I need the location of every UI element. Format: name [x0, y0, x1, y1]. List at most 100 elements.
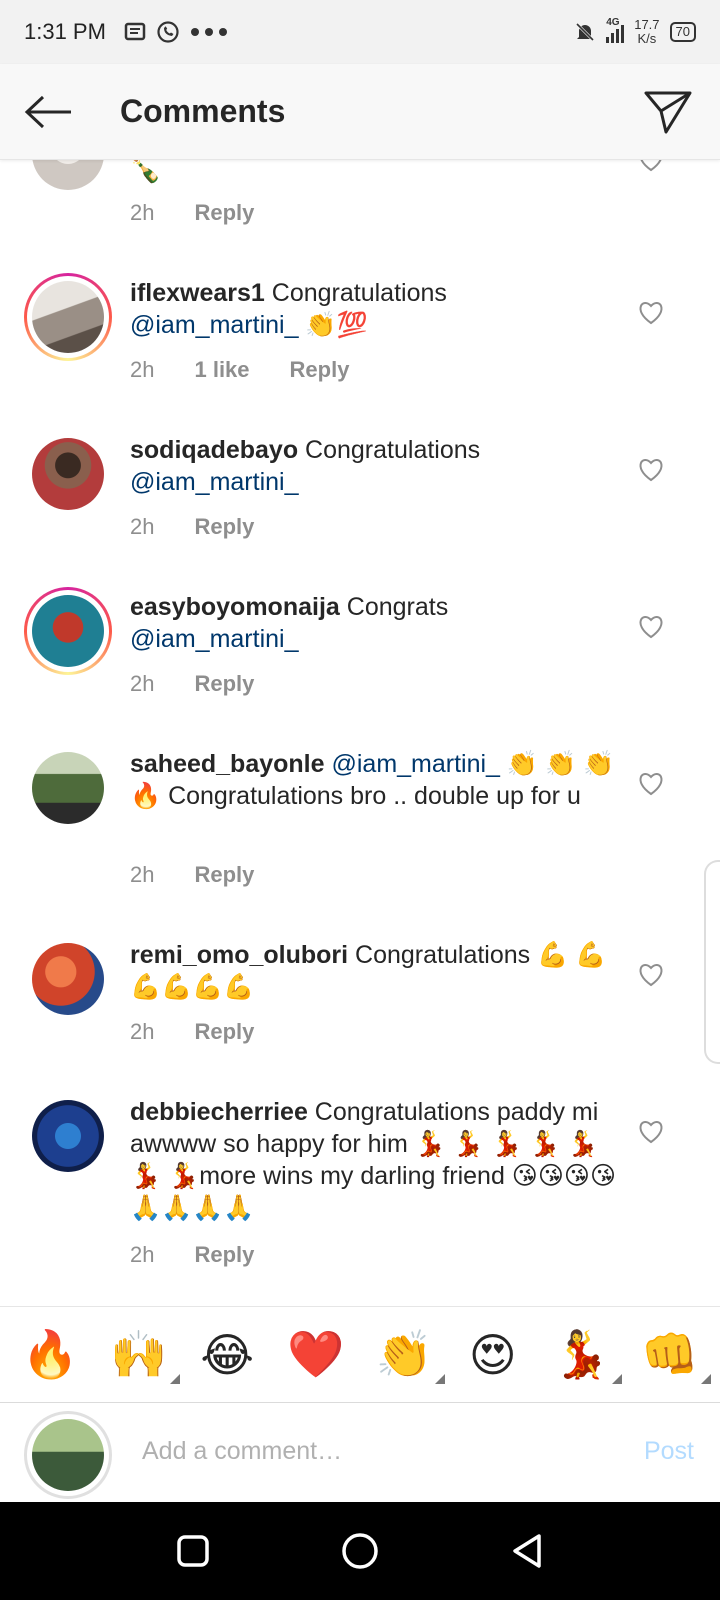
comment-username[interactable]: sodiqadebayo	[130, 436, 298, 464]
heart-icon	[639, 616, 663, 639]
comment-input[interactable]	[142, 1431, 582, 1471]
avatar-image	[32, 943, 104, 1015]
comment-time: 2h	[130, 862, 155, 887]
avatar-story-ring[interactable]	[24, 273, 112, 361]
reply-button[interactable]: Reply	[194, 1242, 254, 1268]
dancer-icon: 💃	[552, 1328, 610, 1380]
emoji-heart-eyes-button[interactable]: 😍	[458, 1320, 528, 1390]
like-button[interactable]	[638, 301, 666, 329]
laughing-face-icon: 😂	[200, 1328, 255, 1381]
back-button[interactable]	[18, 82, 78, 142]
share-button[interactable]	[640, 84, 696, 140]
emoji-laughing-button[interactable]: 😂	[192, 1320, 262, 1390]
skin-tone-corner-icon	[700, 1373, 711, 1384]
mention-link[interactable]: @iam_martini_	[130, 625, 298, 653]
comment-body-text: 🍾	[130, 160, 162, 184]
comment-meta: 2h 1 like Reply	[130, 357, 349, 383]
comment-text: debbiecherriee Congratulations paddy mi …	[130, 1096, 620, 1224]
comment-meta: 2h Reply	[130, 514, 254, 540]
network-speed: 17.7 K/s	[634, 18, 659, 46]
comment-body-text: Congrats	[339, 593, 449, 621]
comment-body-text: Congratulations	[298, 436, 481, 464]
avatar-image	[32, 438, 104, 510]
comment-time: 2h	[130, 1242, 155, 1267]
message-icon	[124, 22, 146, 41]
emoji-raised-hands-button[interactable]: 🙌	[104, 1320, 180, 1390]
emoji-clap-button[interactable]: 👏	[369, 1320, 446, 1390]
triangle-back-icon	[512, 1534, 541, 1568]
current-user-avatar[interactable]	[24, 1411, 112, 1499]
comment-time: 2h	[130, 200, 155, 225]
red-heart-icon: ❤️	[287, 1328, 345, 1380]
post-button[interactable]: Post	[644, 1437, 694, 1466]
status-right: 4G 17.7 K/s 70	[574, 17, 696, 46]
comment-username[interactable]: easyboyomonaija	[130, 593, 340, 621]
comment-time: 2h	[130, 671, 155, 696]
comment-username[interactable]: remi_omo_olubori	[130, 941, 348, 969]
likes-count[interactable]: 1 like	[194, 357, 249, 383]
network-type: 4G	[606, 17, 620, 28]
speed-value: 17.7	[634, 17, 660, 32]
avatar-image	[32, 752, 104, 824]
comment-composer: Post	[0, 1402, 720, 1502]
like-button[interactable]	[638, 963, 666, 991]
like-button[interactable]	[638, 1120, 666, 1148]
comment-time: 2h	[130, 357, 155, 382]
mention-link[interactable]: @iam_martini_	[130, 468, 298, 496]
back-nav-button[interactable]	[497, 1521, 557, 1581]
comment-text: iflexwears1 Congratulations @iam_martini…	[130, 277, 620, 341]
recents-button[interactable]	[163, 1521, 223, 1581]
arrow-left-icon	[24, 95, 71, 128]
comment-text: sodiqadebayo Congratulations @iam_martin…	[130, 434, 620, 498]
emoji-heart-button[interactable]: ❤️	[281, 1320, 351, 1390]
speed-unit: K/s	[637, 31, 657, 46]
comment-username[interactable]: iflexwears1	[130, 279, 265, 307]
comments-list[interactable]: 🍾 2h Reply iflexwears1 Congratulations @…	[0, 160, 720, 1306]
fist-bump-icon: 👊	[641, 1328, 699, 1380]
avatar[interactable]	[24, 1092, 112, 1180]
mention-link[interactable]: @iam_martini_	[331, 750, 499, 778]
mention-link[interactable]: @iam_martini_	[130, 311, 298, 339]
avatar[interactable]	[24, 935, 112, 1023]
status-notification-icons	[124, 20, 228, 44]
like-button[interactable]	[638, 772, 666, 800]
heart-icon	[639, 1121, 663, 1144]
reply-button[interactable]: Reply	[194, 514, 254, 540]
status-bar: 1:31 PM 4G 17.7 K/s 70	[0, 0, 720, 64]
emoji-quick-bar: 🔥 🙌 😂 ❤️ 👏 😍 💃 👊	[0, 1306, 720, 1402]
page-title: Comments	[120, 93, 286, 129]
avatar-story-ring[interactable]	[24, 587, 112, 675]
comment-username[interactable]: debbiecherriee	[130, 1098, 308, 1126]
comment-text: saheed_bayonle @iam_martini_ 👏 👏 👏 🔥 Con…	[130, 748, 620, 812]
like-button[interactable]	[638, 615, 666, 643]
emoji-dancer-button[interactable]: 💃	[546, 1320, 623, 1390]
scroll-handle[interactable]	[704, 860, 720, 1064]
comment-username[interactable]: saheed_bayonle	[130, 750, 325, 778]
signal-icon: 4G	[606, 17, 625, 43]
comment-time: 2h	[130, 514, 155, 539]
clapping-hands-icon: 👏	[375, 1328, 433, 1380]
reply-button[interactable]: Reply	[194, 862, 254, 888]
raised-hands-icon: 🙌	[110, 1328, 168, 1380]
whatsapp-icon	[157, 21, 179, 43]
battery-indicator: 70	[669, 22, 696, 42]
reply-button[interactable]: Reply	[290, 357, 350, 383]
avatar-image	[32, 1100, 104, 1172]
like-button[interactable]	[638, 458, 666, 486]
avatar[interactable]	[24, 160, 112, 198]
emoji-fist-button[interactable]: 👊	[635, 1320, 711, 1390]
avatar[interactable]	[24, 430, 112, 518]
comment-body-text: 👏💯	[298, 311, 368, 339]
emoji-fire-button[interactable]: 🔥	[15, 1320, 85, 1390]
avatar[interactable]	[24, 744, 112, 832]
reply-button[interactable]: Reply	[194, 671, 254, 697]
reply-button[interactable]: Reply	[194, 1019, 254, 1045]
heart-eyes-icon: 😍	[468, 1328, 517, 1381]
reply-button[interactable]: Reply	[194, 200, 254, 226]
home-button[interactable]	[330, 1521, 390, 1581]
heart-icon	[639, 459, 663, 482]
skin-tone-corner-icon	[612, 1373, 623, 1384]
avatar-image	[32, 160, 104, 190]
like-button[interactable]	[638, 160, 666, 176]
comment-text: 🍾	[130, 160, 620, 186]
